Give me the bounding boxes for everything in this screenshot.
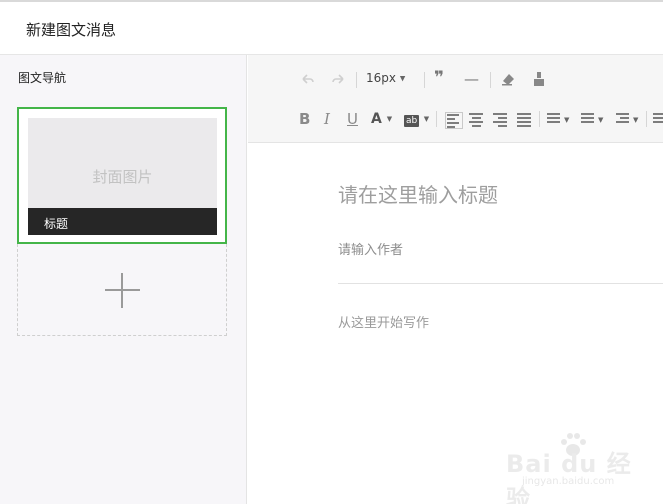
watermark-text: Bai du 经验	[506, 450, 632, 504]
toolbar-divider	[539, 111, 540, 127]
toolbar-divider	[424, 72, 425, 88]
toolbar-divider	[646, 111, 647, 127]
underline-button[interactable]: U	[347, 110, 358, 128]
eraser-icon[interactable]	[500, 71, 516, 87]
align-justify-icon[interactable]	[517, 113, 532, 127]
toolbar-divider	[356, 72, 357, 88]
paragraph-after-button[interactable]: ▼	[580, 111, 604, 129]
chevron-down-icon: ▼	[598, 116, 604, 124]
chevron-down-icon: ▼	[386, 115, 393, 123]
align-right-icon[interactable]	[493, 113, 508, 127]
card-title-bar: 标题	[28, 208, 217, 235]
background-color-button[interactable]: ab ▼	[404, 110, 429, 128]
italic-button[interactable]: I	[324, 110, 330, 128]
horizontal-rule-icon[interactable]: —	[464, 70, 479, 88]
toolbar-divider	[436, 111, 437, 127]
baidu-watermark: Bai du 经验 jingyan.baidu.com	[506, 430, 656, 504]
indent-icon	[615, 113, 629, 127]
card-title: 标题	[44, 217, 69, 231]
chevron-down-icon: ▼	[423, 115, 430, 123]
align-center-icon[interactable]	[469, 113, 484, 127]
list-icon[interactable]	[653, 113, 663, 127]
body-editor[interactable]: 从这里开始写作	[338, 312, 429, 331]
paragraph-spacing-button[interactable]: ▼	[546, 111, 570, 129]
redo-icon[interactable]	[330, 71, 346, 87]
watermark-url: jingyan.baidu.com	[522, 476, 615, 487]
top-bar: 新建图文消息	[0, 0, 663, 55]
toolbar-divider	[490, 72, 491, 88]
title-input[interactable]: 请在这里输入标题	[338, 179, 658, 208]
author-input[interactable]: 请输入作者	[338, 239, 403, 258]
font-size-value: 16px	[366, 71, 396, 85]
format-painter-icon[interactable]	[532, 71, 546, 87]
font-size-select[interactable]: 16px ▼	[366, 71, 405, 85]
chevron-down-icon: ▼	[399, 74, 406, 83]
editor-toolbar: 16px ▼ ❞ — B I U A ▼ ab ▼ ▼ ▼ ▼	[248, 55, 663, 143]
cover-image-placeholder[interactable]: 封面图片 标题	[28, 118, 217, 235]
spacing-after-icon	[580, 113, 594, 127]
font-color-label: A	[371, 111, 382, 127]
nav-title: 图文导航	[18, 71, 67, 85]
cover-placeholder-label: 封面图片	[92, 168, 153, 186]
chevron-down-icon: ▼	[564, 116, 570, 124]
font-color-button[interactable]: A ▼	[371, 110, 392, 128]
plus-icon-vertical	[121, 273, 123, 308]
bold-button[interactable]: B	[299, 110, 310, 128]
line-spacing-icon	[546, 113, 560, 127]
undo-icon[interactable]	[300, 71, 316, 87]
background-color-label: ab	[404, 115, 420, 127]
blockquote-icon[interactable]: ❞	[434, 69, 444, 87]
chevron-down-icon: ▼	[633, 116, 639, 124]
sidebar: 图文导航 封面图片 标题	[0, 55, 247, 504]
editor-divider	[338, 283, 663, 284]
page-title: 新建图文消息	[26, 21, 117, 39]
add-article-button[interactable]	[17, 244, 227, 336]
align-left-icon[interactable]	[445, 112, 463, 129]
indent-button[interactable]: ▼	[614, 111, 640, 129]
article-card-selected[interactable]: 封面图片 标题	[17, 107, 227, 244]
